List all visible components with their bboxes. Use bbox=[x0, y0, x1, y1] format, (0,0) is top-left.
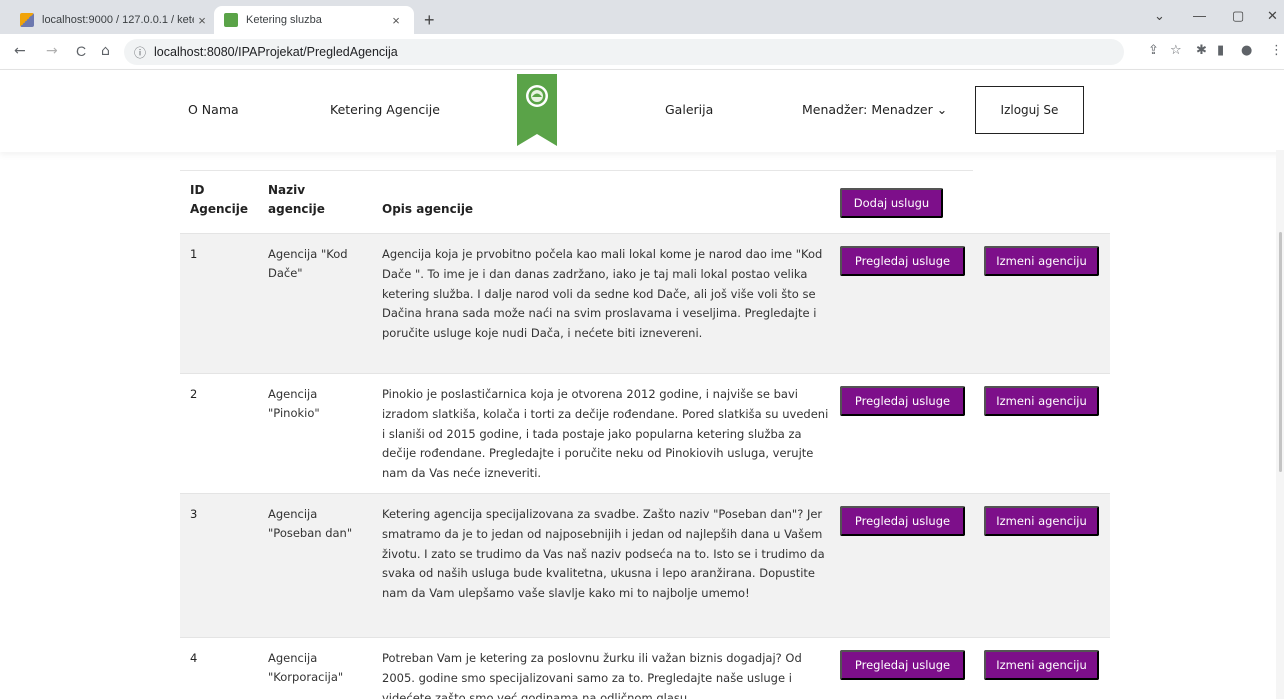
close-tab-icon[interactable]: × bbox=[194, 13, 210, 28]
table-row: 2 Agencija "Pinokio" Pinokio je poslasti… bbox=[180, 373, 1110, 493]
bookmark-star-icon[interactable]: ☆ bbox=[1170, 43, 1182, 58]
forward-arrow-icon[interactable]: → bbox=[46, 43, 58, 59]
edit-agency-button[interactable]: Izmeni agenciju bbox=[984, 386, 1099, 416]
nav-link-about[interactable]: O Nama bbox=[188, 102, 239, 117]
nav-link-gallery[interactable]: Galerija bbox=[665, 102, 713, 117]
agency-name: Agencija "Kod Dače" bbox=[268, 247, 348, 280]
site-info-icon[interactable]: ⓘ bbox=[134, 44, 146, 61]
tab-title: localhost:9000 / 127.0.0.1 / keter bbox=[42, 14, 194, 26]
share-icon[interactable]: ⇪ bbox=[1148, 43, 1159, 58]
view-services-button[interactable]: Pregledaj usluge bbox=[840, 506, 965, 536]
table-row: 3 Agencija "Poseban dan" Ketering agenci… bbox=[180, 493, 1110, 637]
view-services-button[interactable]: Pregledaj usluge bbox=[840, 246, 965, 276]
edit-agency-button[interactable]: Izmeni agenciju bbox=[984, 246, 1099, 276]
browser-tab-strip: localhost:9000 / 127.0.0.1 / keter × Ket… bbox=[0, 0, 1284, 34]
browser-menu-icon[interactable]: ⋮ bbox=[1270, 43, 1283, 58]
nav-link-agencies[interactable]: Ketering Agencije bbox=[330, 102, 440, 117]
agency-id: 4 bbox=[190, 651, 198, 665]
manager-dropdown[interactable]: Menadžer: Menadzer ⌄ bbox=[802, 102, 947, 117]
add-service-button[interactable]: Dodaj uslugu bbox=[840, 188, 943, 218]
header-name: Naziv agencije bbox=[268, 183, 325, 216]
url-field[interactable]: ⓘ localhost:8080/IPAProjekat/PregledAgen… bbox=[124, 39, 1124, 65]
agency-id: 1 bbox=[190, 247, 198, 261]
agency-name: Agencija "Poseban dan" bbox=[268, 507, 353, 540]
logout-button[interactable]: Izloguj Se bbox=[975, 86, 1084, 134]
agency-name: Agencija "Korporacija" bbox=[268, 651, 344, 684]
page-scrollbar-thumb[interactable] bbox=[1279, 232, 1282, 472]
close-tab-icon[interactable]: × bbox=[388, 13, 404, 28]
agency-name: Agencija "Pinokio" bbox=[268, 387, 320, 420]
close-window-icon[interactable]: ✕ bbox=[1267, 8, 1278, 24]
agency-description: Potreban Vam je ketering za poslovnu žur… bbox=[382, 651, 802, 699]
agency-id: 3 bbox=[190, 507, 198, 521]
reload-icon[interactable]: C bbox=[76, 43, 86, 59]
agency-description: Pinokio je poslastičarnica koja je otvor… bbox=[382, 387, 829, 481]
view-services-button[interactable]: Pregledaj usluge bbox=[840, 650, 965, 680]
tab-search-dropdown-icon[interactable]: ⌄ bbox=[1154, 8, 1165, 24]
ketering-favicon-icon bbox=[224, 13, 238, 27]
browser-tab-phpmyadmin[interactable]: localhost:9000 / 127.0.0.1 / keter × bbox=[10, 6, 220, 34]
tab-title: Ketering sluzba bbox=[246, 14, 322, 26]
back-arrow-icon[interactable]: ← bbox=[14, 43, 26, 59]
url-text: localhost:8080/IPAProjekat/PregledAgenci… bbox=[154, 45, 398, 59]
extensions-icon[interactable]: ✱ bbox=[1196, 43, 1207, 58]
table-row: 4 Agencija "Korporacija" Potreban Vam je… bbox=[180, 637, 1110, 699]
home-icon[interactable]: ⌂ bbox=[101, 43, 110, 59]
edit-agency-button[interactable]: Izmeni agenciju bbox=[984, 506, 1099, 536]
view-services-button[interactable]: Pregledaj usluge bbox=[840, 386, 965, 416]
site-header: O Nama Ketering Agencije Galerija Menadž… bbox=[0, 70, 1284, 152]
header-id: ID Agencije bbox=[190, 183, 249, 216]
maximize-icon[interactable]: ▢ bbox=[1232, 8, 1244, 24]
browser-address-bar: ← → C ⌂ ⓘ localhost:8080/IPAProjekat/Pre… bbox=[0, 34, 1284, 70]
browser-tab-ketering[interactable]: Ketering sluzba × bbox=[214, 6, 414, 34]
profile-avatar-icon[interactable]: ● bbox=[1241, 43, 1252, 58]
agency-description: Ketering agencija specijalizovana za sva… bbox=[382, 507, 825, 601]
table-row: 1 Agencija "Kod Dače" Agencija koja je p… bbox=[180, 233, 1110, 373]
minimize-icon[interactable]: — bbox=[1193, 8, 1206, 23]
new-tab-icon[interactable]: + bbox=[424, 10, 435, 31]
phpmyadmin-favicon-icon bbox=[20, 13, 34, 27]
header-description: Opis agencije bbox=[382, 202, 474, 216]
ketering-logo-icon[interactable] bbox=[517, 74, 557, 146]
edit-agency-button[interactable]: Izmeni agenciju bbox=[984, 650, 1099, 680]
agency-description: Agencija koja je prvobitno počela kao ma… bbox=[382, 247, 823, 341]
sidebar-icon[interactable]: ▮ bbox=[1217, 43, 1224, 58]
agency-id: 2 bbox=[190, 387, 198, 401]
